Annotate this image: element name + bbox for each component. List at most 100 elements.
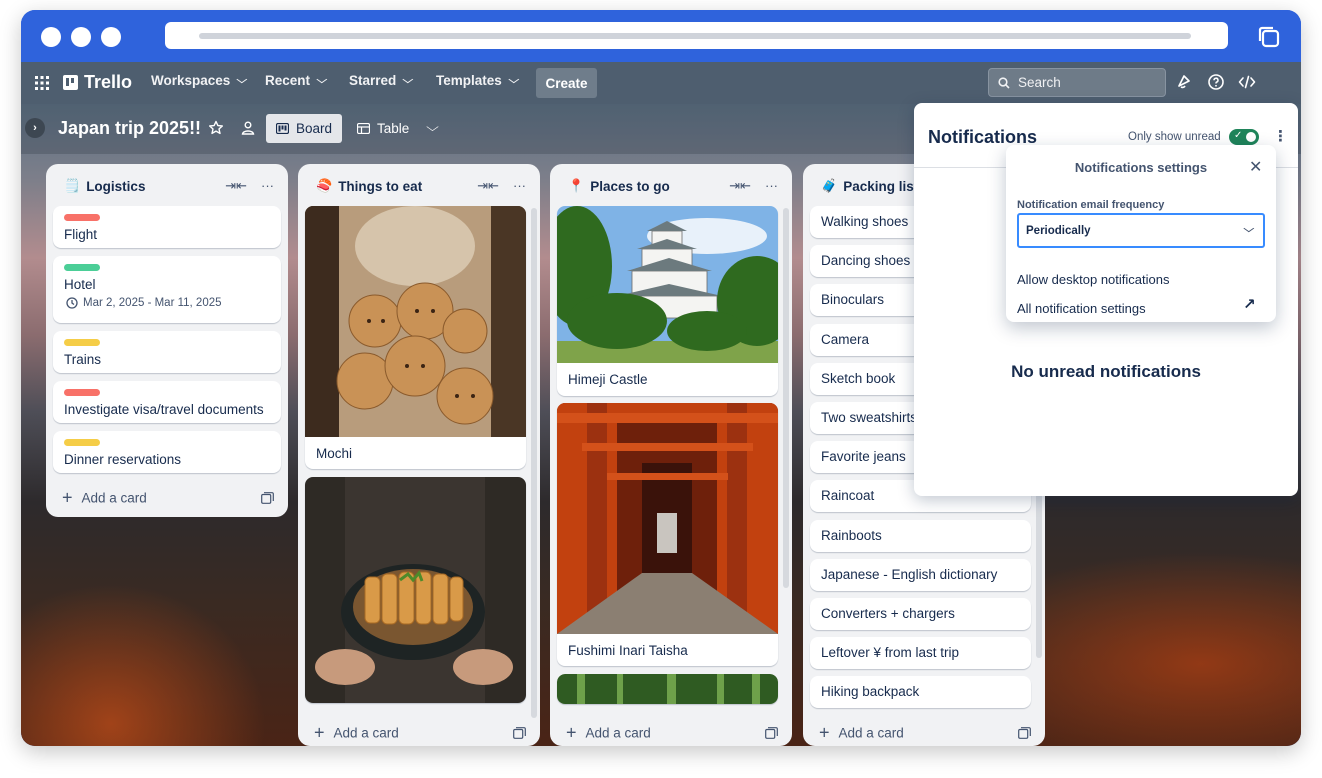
trello-logo[interactable]: Trello (63, 72, 132, 93)
label-red[interactable] (64, 214, 100, 221)
card-title: Dinner reservations (64, 452, 182, 467)
notepad-icon: 🗒️ (64, 178, 81, 193)
list-scrollbar[interactable] (783, 208, 789, 588)
help-icon[interactable] (1207, 73, 1225, 91)
list-header[interactable]: 🗒️ Logistics (64, 178, 145, 194)
notifications-bell-icon[interactable] (1175, 73, 1193, 91)
app-switcher-icon[interactable] (35, 76, 49, 90)
list-header[interactable]: 📍 Places to go (568, 178, 670, 194)
card-hotel[interactable]: Hotel Mar 2, 2025 - Mar 11, 2025 (53, 256, 281, 323)
list-item[interactable]: Rainboots (810, 519, 1031, 552)
chevron-down-icon: ⌵ (1243, 224, 1255, 235)
list-header[interactable]: 🧳 Packing list (821, 178, 918, 194)
allow-desktop-notifications-option[interactable]: Allow desktop notifications (1017, 272, 1169, 287)
list-item[interactable]: Hiking backpack (810, 676, 1031, 709)
label-green[interactable] (64, 264, 100, 271)
more-options-icon[interactable]: ⋮ (1273, 127, 1288, 145)
card-katsu[interactable] (305, 477, 526, 703)
list-item[interactable]: Converters + chargers (810, 598, 1031, 630)
starred-menu[interactable]: Starred ⌵ (349, 73, 413, 88)
card-dinner[interactable]: Dinner reservations (53, 431, 281, 473)
list-title: Packing list (843, 178, 919, 194)
add-card-label: Add a card (838, 725, 904, 741)
tabs-overview-icon[interactable] (1256, 24, 1282, 50)
add-card-button[interactable]: + Add a card (314, 724, 399, 742)
only-show-unread-toggle[interactable]: ✓ (1229, 129, 1259, 145)
list-scrollbar[interactable] (531, 208, 537, 718)
templates-menu[interactable]: Templates ⌵ (436, 73, 519, 88)
card-title: Walking shoes (821, 214, 909, 229)
add-card-button[interactable]: + Add a card (566, 724, 651, 742)
label-yellow[interactable] (64, 339, 100, 346)
table-view-button[interactable]: Table (347, 114, 419, 143)
card-title: Himeji Castle (568, 372, 648, 387)
card-template-icon[interactable] (261, 492, 274, 504)
label-yellow[interactable] (64, 439, 100, 446)
table-view-icon (357, 123, 370, 134)
card-trains[interactable]: Trains (53, 331, 281, 373)
address-bar[interactable] (165, 22, 1228, 49)
katsu-photo (305, 477, 526, 703)
card-title: Two sweatshirts (821, 410, 918, 425)
list-places-to-go: 📍 Places to go ⇥⇤ ··· Himeji Castle Fush… (550, 164, 792, 746)
search-input[interactable]: Search (988, 68, 1166, 97)
search-placeholder: Search (1018, 75, 1061, 90)
collapse-list-icon[interactable]: ⇥⇤ (729, 178, 751, 194)
card-visa[interactable]: Investigate visa/travel documents (53, 381, 281, 423)
card-date-badge[interactable]: Mar 2, 2025 - Mar 11, 2025 (66, 297, 222, 309)
empty-state-message: No unread notifications (1011, 362, 1201, 381)
list-header[interactable]: 🍣 Things to eat (316, 178, 422, 194)
window-control-dot[interactable] (101, 27, 121, 47)
card-title: Leftover ¥ from last trip (821, 645, 960, 661)
code-icon[interactable] (1238, 73, 1256, 91)
card-bamboo-forest[interactable] (557, 674, 778, 704)
add-card-label: Add a card (585, 725, 651, 741)
card-template-icon[interactable] (765, 727, 778, 739)
table-view-label: Table (377, 121, 410, 136)
card-title: Camera (821, 331, 870, 347)
create-button[interactable]: Create (536, 68, 597, 98)
board-title[interactable]: Japan trip 2025!! (58, 118, 201, 139)
more-views-chevron-icon[interactable]: ⌵ (426, 120, 439, 135)
mochi-photo (305, 206, 526, 437)
luggage-icon: 🧳 (821, 178, 838, 193)
notification-settings-popover: Notifications settings ✕ Notification em… (1006, 145, 1276, 322)
starred-label: Starred (349, 73, 397, 88)
list-menu-icon[interactable]: ··· (765, 178, 778, 194)
card-title: Dancing shoes (821, 253, 911, 269)
list-menu-icon[interactable]: ··· (513, 178, 526, 194)
close-icon[interactable]: ✕ (1249, 157, 1262, 177)
card-flight[interactable]: Flight (53, 206, 281, 248)
expand-sidebar-button[interactable]: › (25, 118, 45, 138)
window-control-dot[interactable] (71, 27, 91, 47)
label-red[interactable] (64, 389, 100, 396)
list-menu-icon[interactable]: ··· (261, 178, 274, 194)
list-title: Logistics (86, 178, 146, 194)
card-mochi[interactable]: Mochi (305, 206, 526, 469)
card-fushimi-inari[interactable]: Fushimi Inari Taisha (557, 403, 778, 666)
add-card-button[interactable]: + Add a card (819, 722, 904, 743)
plus-icon: + (819, 722, 830, 743)
card-himeji-castle[interactable]: Himeji Castle (557, 206, 778, 396)
list-title: Places to go (590, 178, 670, 194)
list-item[interactable]: Japanese - English dictionary (810, 558, 1031, 591)
email-frequency-select[interactable]: Periodically ⌵ (1017, 213, 1265, 248)
sushi-icon: 🍣 (316, 178, 333, 193)
list-item[interactable]: Leftover ¥ from last trip (810, 637, 1031, 670)
workspaces-menu[interactable]: Workspaces ⌵ (151, 73, 247, 88)
visibility-icon[interactable] (240, 120, 256, 136)
collapse-list-icon[interactable]: ⇥⇤ (477, 178, 499, 194)
external-link-arrow-icon[interactable]: ↗ (1243, 295, 1256, 313)
email-frequency-label: Notification email frequency (1017, 199, 1165, 211)
add-card-label: Add a card (81, 490, 147, 506)
recent-menu[interactable]: Recent ⌵ (265, 73, 327, 88)
board-view-button[interactable]: Board (266, 114, 343, 143)
star-icon[interactable] (208, 120, 224, 136)
chevron-down-icon: ⌵ (508, 75, 519, 86)
collapse-list-icon[interactable]: ⇥⇤ (225, 178, 247, 194)
card-template-icon[interactable] (513, 727, 526, 739)
card-template-icon[interactable] (1018, 727, 1031, 739)
add-card-button[interactable]: + Add a card (62, 489, 147, 507)
window-control-dot[interactable] (41, 27, 61, 47)
all-notification-settings-link[interactable]: All notification settings (1017, 301, 1146, 316)
